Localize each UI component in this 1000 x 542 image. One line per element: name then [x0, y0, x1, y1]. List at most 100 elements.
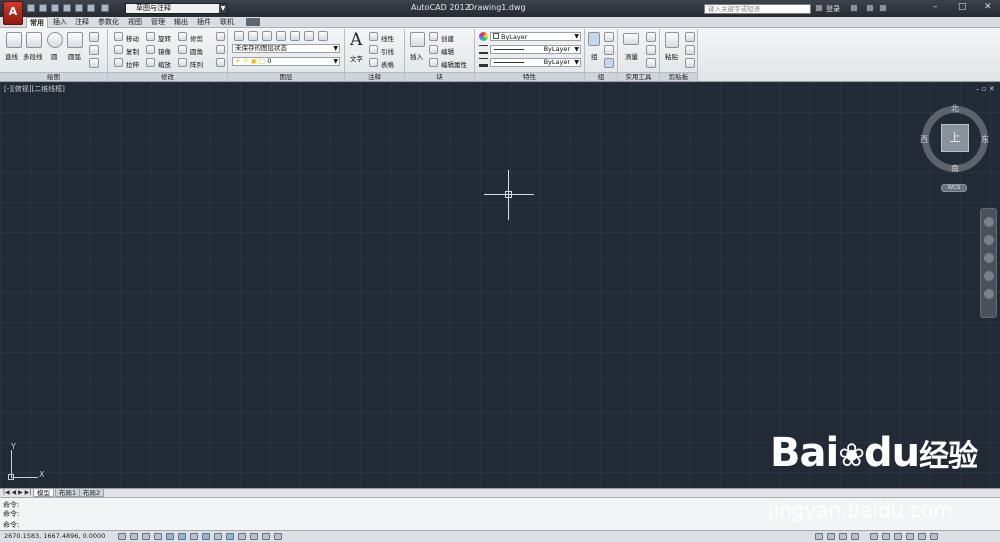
paste-button[interactable]: 粘贴 [665, 51, 678, 61]
array-button[interactable]: 阵列 [190, 59, 203, 69]
redo-icon[interactable] [101, 4, 109, 12]
coordinate-display[interactable]: 2670.1583, 1667.4896, 0.0000 [4, 532, 105, 540]
dynamic-input-toggle[interactable] [226, 533, 234, 540]
clean-screen-icon[interactable] [930, 533, 938, 540]
groups-panel-title[interactable]: 组 [585, 72, 617, 81]
line-button[interactable]: 直线 [5, 51, 18, 61]
save-icon[interactable] [51, 4, 59, 12]
user-icon[interactable] [815, 4, 823, 12]
hardware-acceleration-icon[interactable] [906, 533, 914, 540]
insert-button[interactable]: 插入 [410, 51, 423, 61]
infer-constraints-toggle[interactable] [118, 533, 126, 540]
layer-lock-icon[interactable] [290, 31, 300, 41]
new-icon[interactable] [27, 4, 35, 12]
close-icon[interactable]: ✕ [984, 2, 992, 12]
exchange-icon[interactable] [850, 4, 858, 12]
layer-match-icon[interactable] [304, 31, 314, 41]
layers-panel-title[interactable]: 图层 [228, 72, 344, 81]
grid-display-toggle[interactable] [142, 533, 150, 540]
annotation-visibility-icon[interactable] [870, 533, 878, 540]
fillet-button[interactable]: 圆角 [190, 46, 203, 56]
copy-clip-icon[interactable] [685, 45, 695, 55]
cut-icon[interactable] [685, 32, 695, 42]
table-button[interactable]: 表格 [381, 59, 394, 69]
trim-button[interactable]: 修剪 [190, 33, 203, 43]
undo-icon[interactable] [87, 4, 95, 12]
3d-osnap-toggle[interactable] [190, 533, 198, 540]
create-block-button[interactable]: 创建 [441, 33, 454, 43]
circle-icon[interactable] [47, 32, 63, 48]
match-properties-icon[interactable] [685, 58, 695, 68]
hatch-icon[interactable] [89, 58, 99, 68]
move-button[interactable]: 移动 [126, 33, 139, 43]
block-panel-title[interactable]: 块 [405, 72, 474, 81]
transparency-toggle[interactable] [250, 533, 258, 540]
viewcube-north[interactable]: 北 [951, 103, 959, 114]
annotation-scale-icon[interactable] [851, 533, 859, 540]
viewcube-top-face[interactable]: 上 [941, 124, 969, 152]
viewcube-west[interactable]: 西 [920, 134, 928, 145]
tab-layout1[interactable]: 布局1 [55, 489, 81, 497]
calculator-icon[interactable] [646, 58, 656, 68]
isolate-objects-icon[interactable] [918, 533, 926, 540]
drawing-area[interactable] [0, 82, 1000, 488]
star-icon[interactable] [866, 4, 874, 12]
tab-parametric[interactable]: 参数化 [95, 17, 122, 28]
offset-icon[interactable] [216, 58, 225, 67]
login-link[interactable]: 登录 [826, 4, 840, 14]
ungroup-icon[interactable] [604, 32, 614, 42]
command-prompt[interactable]: 命令: [3, 520, 19, 530]
polyline-button[interactable]: 多段线 [23, 51, 43, 61]
steering-wheel-icon[interactable] [984, 217, 994, 227]
tab-plugins[interactable]: 插件 [194, 17, 214, 28]
text-icon[interactable]: A [350, 30, 362, 50]
object-snap-toggle[interactable] [178, 533, 186, 540]
edit-block-button[interactable]: 编辑 [441, 46, 454, 56]
wcs-menu[interactable]: WCS [941, 184, 967, 192]
copy-button[interactable]: 复制 [126, 46, 139, 56]
leader-button[interactable]: 引线 [381, 46, 394, 56]
group-select-icon[interactable] [604, 58, 614, 68]
mirror-button[interactable]: 镜像 [158, 46, 171, 56]
annotation-panel-title[interactable]: 注释 [345, 72, 404, 81]
selection-cycling-toggle[interactable] [274, 533, 282, 540]
tab-home[interactable]: 常用 [26, 17, 48, 28]
circle-button[interactable]: 圆 [51, 51, 58, 61]
paste-icon[interactable] [665, 32, 679, 48]
scale-button[interactable]: 缩放 [158, 59, 171, 69]
layer-previous-icon[interactable] [318, 31, 328, 41]
quick-view-layouts-icon[interactable] [827, 533, 835, 540]
rotate-button[interactable]: 旋转 [158, 33, 171, 43]
line-icon[interactable] [6, 32, 22, 48]
quick-select-icon[interactable] [646, 32, 656, 42]
tab-model[interactable]: 模型 [33, 489, 54, 497]
snap-mode-toggle[interactable] [130, 533, 138, 540]
lineweight-dropdown[interactable]: ByLayer ▼ [490, 58, 581, 67]
linetype-dropdown[interactable]: ByLayer ▼ [490, 45, 581, 54]
lineweight-toggle[interactable] [238, 533, 246, 540]
color-dropdown[interactable]: ByLayer ▼ [490, 32, 581, 41]
zoom-icon[interactable] [984, 253, 994, 263]
viewcube-south[interactable]: 南 [951, 163, 959, 174]
object-snap-tracking-toggle[interactable] [202, 533, 210, 540]
layer-freeze-icon[interactable] [276, 31, 286, 41]
layer-off-icon[interactable] [248, 31, 258, 41]
dynamic-ucs-toggle[interactable] [214, 533, 222, 540]
erase-icon[interactable] [216, 32, 225, 41]
ortho-mode-toggle[interactable] [154, 533, 162, 540]
arc-icon[interactable] [67, 32, 83, 48]
tab-online[interactable]: 联机 [217, 17, 237, 28]
save-as-icon[interactable] [63, 4, 71, 12]
color-wheel-icon[interactable] [479, 32, 488, 41]
search-input[interactable]: 键入关键字或短语 [704, 4, 811, 14]
pan-icon[interactable] [984, 235, 994, 245]
layer-state-dropdown[interactable]: 未保存的图层状态 ▼ [232, 44, 340, 53]
viewport-window-controls[interactable]: – ▫ ✕ [976, 85, 995, 93]
quick-properties-toggle[interactable] [262, 533, 270, 540]
draw-panel-title[interactable]: 绘图 [0, 72, 107, 81]
ribbon-toggle-button[interactable] [246, 18, 260, 26]
minimize-icon[interactable]: – [933, 2, 938, 12]
insert-block-icon[interactable] [410, 32, 425, 47]
select-all-icon[interactable] [646, 45, 656, 55]
explode-icon[interactable] [216, 45, 225, 54]
